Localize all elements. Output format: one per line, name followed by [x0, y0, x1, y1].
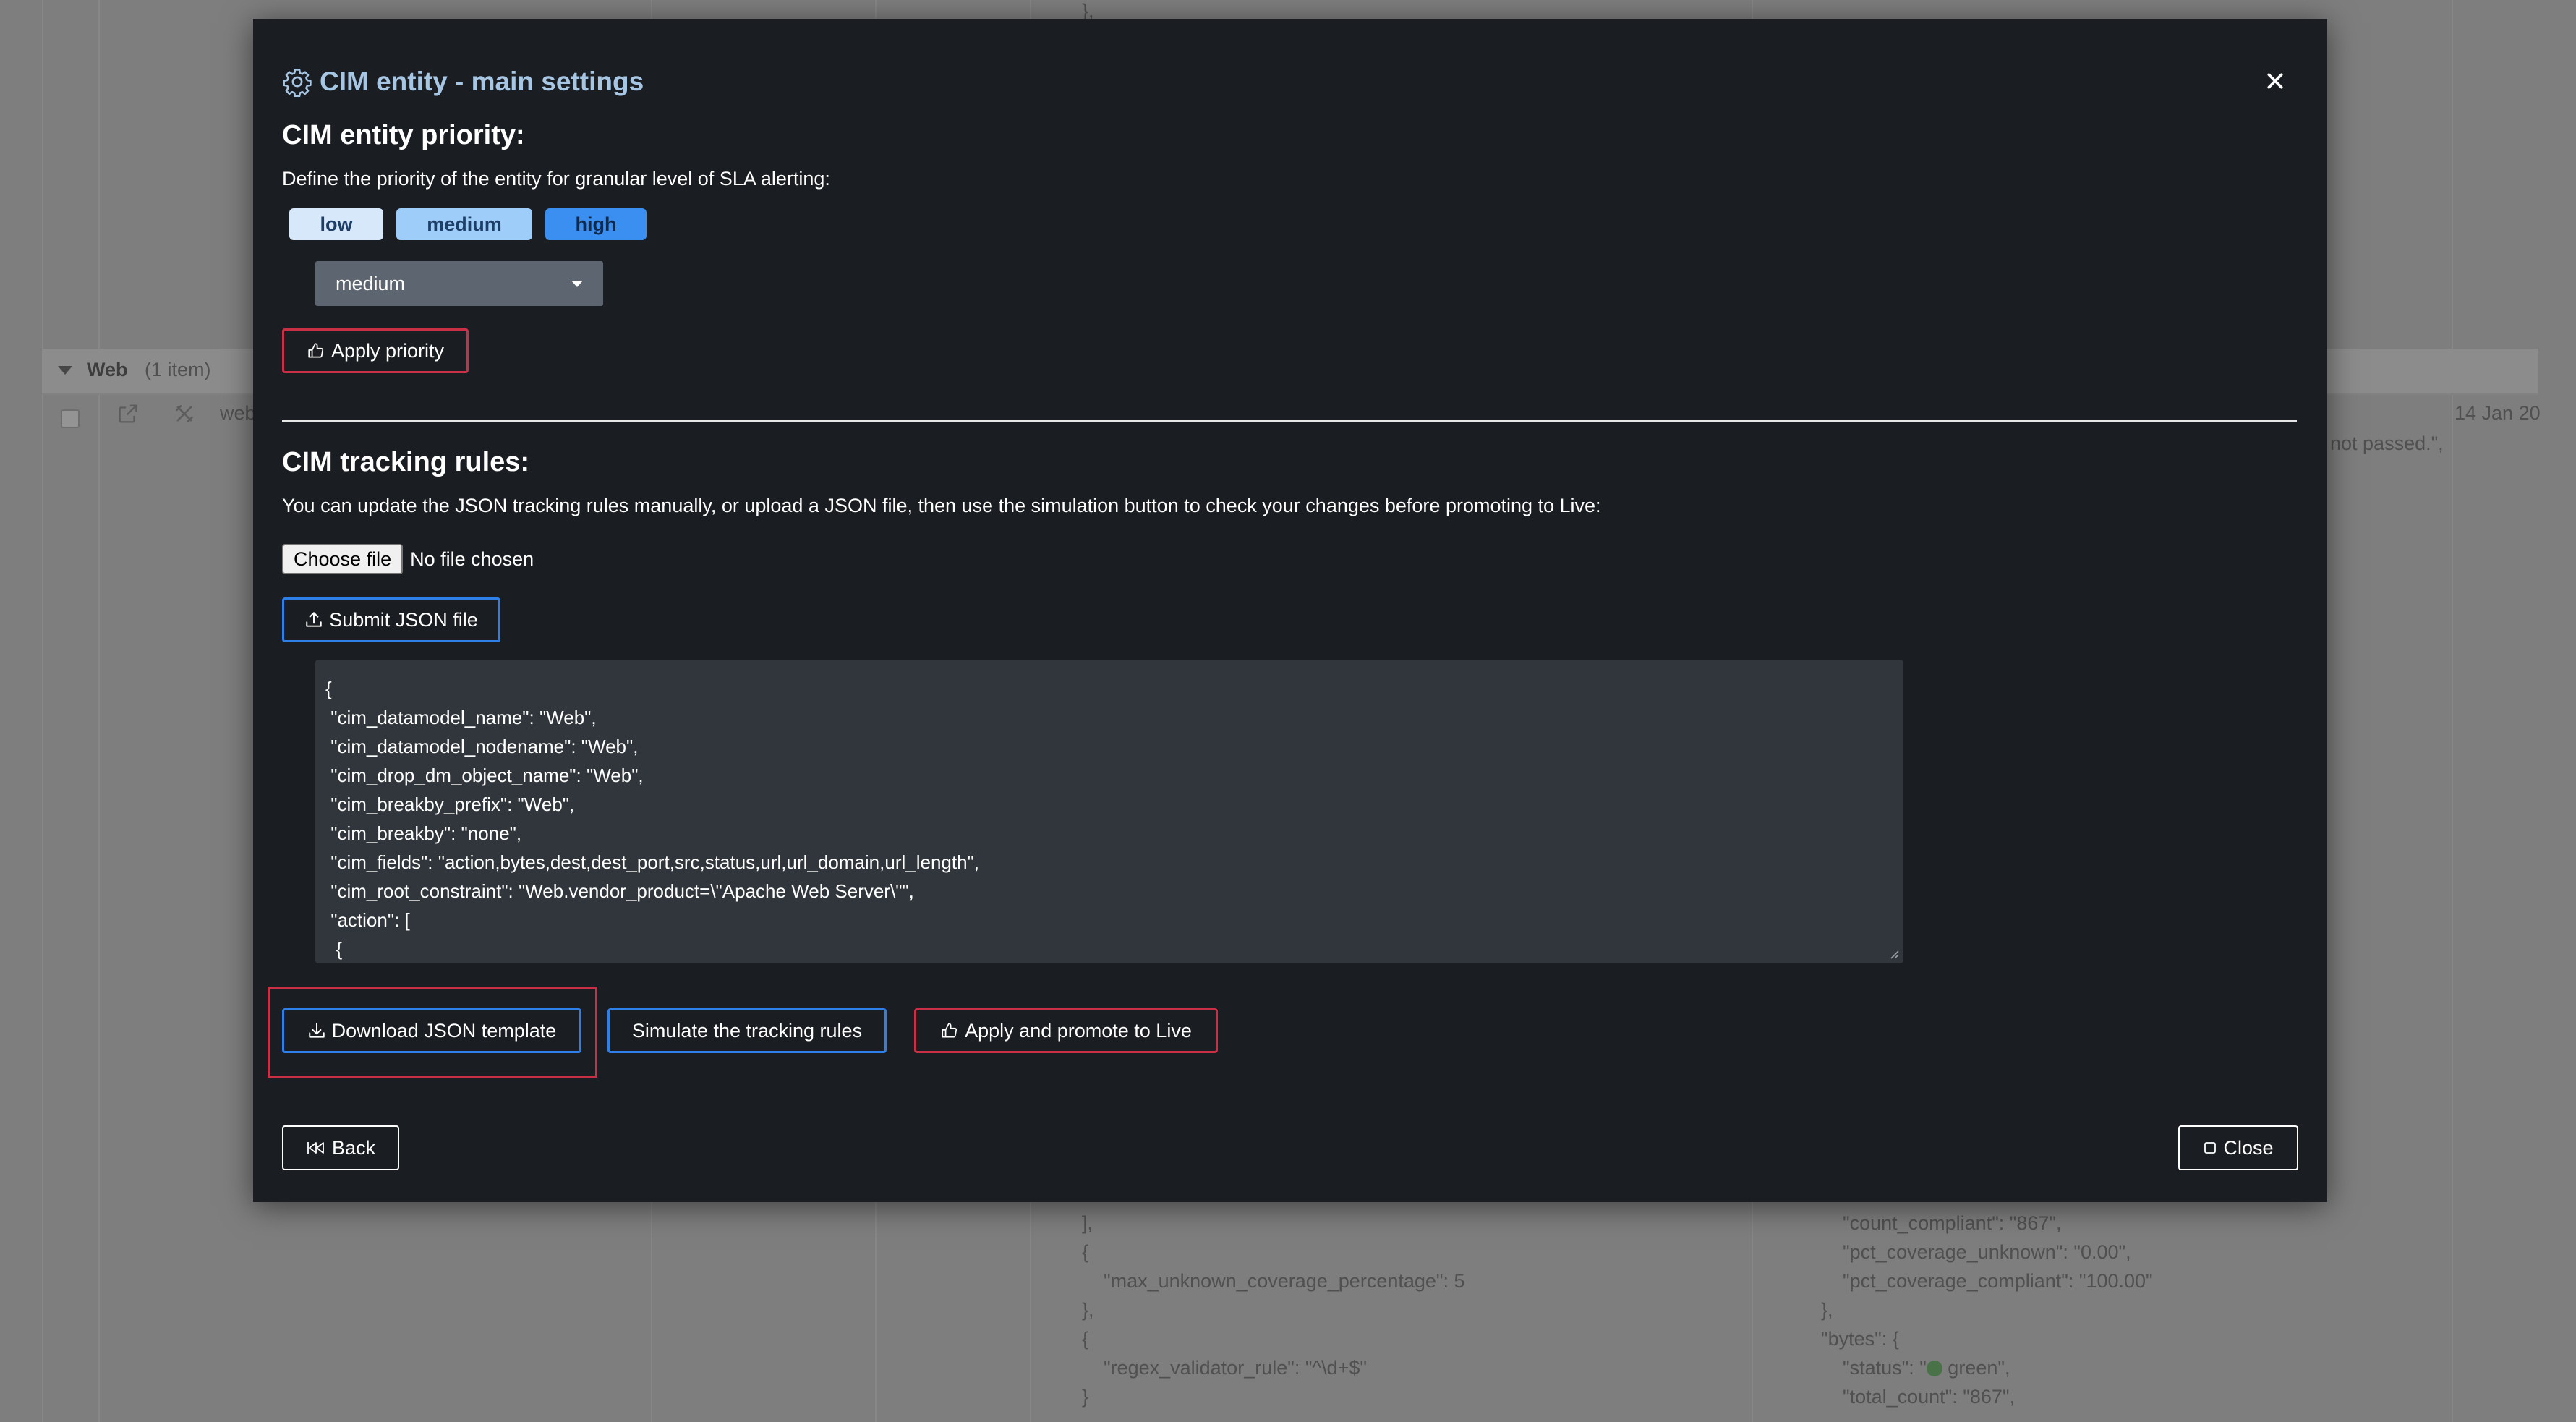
close-button[interactable]: Close	[2178, 1125, 2298, 1170]
json-line: "cim_datamodel_nodename": "Web",	[325, 736, 639, 757]
choose-file-button[interactable]: Choose file	[282, 544, 404, 574]
priority-pill-high[interactable]: high	[545, 208, 647, 240]
back-button[interactable]: Back	[282, 1125, 399, 1170]
close-icon	[2267, 73, 2283, 89]
close-modal-button[interactable]	[2261, 67, 2290, 95]
priority-select-value: medium	[336, 272, 406, 294]
priority-heading: CIM entity priority:	[282, 120, 525, 150]
upload-icon	[306, 612, 322, 627]
priority-pill-low[interactable]: low	[289, 208, 383, 240]
download-json-template-button[interactable]: Download JSON template	[282, 1008, 581, 1053]
caret-down-icon	[571, 280, 583, 287]
json-line: {	[325, 938, 343, 960]
priority-pill-medium[interactable]: medium	[396, 208, 532, 240]
rewind-icon	[307, 1142, 324, 1154]
json-line: "action": [	[325, 909, 410, 931]
tracking-heading: CIM tracking rules:	[282, 447, 530, 477]
json-line: "cim_breakby": "none",	[325, 822, 522, 844]
file-upload-row: Choose file No file chosen	[282, 544, 534, 574]
json-line: "cim_fields": "action,bytes,dest,dest_po…	[325, 851, 980, 873]
apply-promote-live-label: Apply and promote to Live	[965, 1019, 1192, 1042]
priority-pills: low medium high	[289, 208, 647, 240]
apply-priority-label: Apply priority	[330, 339, 445, 362]
json-rules-textarea[interactable]: { "cim_datamodel_name": "Web", "cim_data…	[315, 660, 1903, 963]
settings-modal: CIM entity - main settings CIM entity pr…	[253, 19, 2327, 1202]
simulate-tracking-rules-label: Simulate the tracking rules	[631, 1019, 863, 1042]
close-label: Close	[2223, 1136, 2274, 1159]
simulate-tracking-rules-button[interactable]: Simulate the tracking rules	[607, 1008, 887, 1053]
json-line: {	[325, 678, 332, 699]
modal-title: CIM entity - main settings	[320, 67, 644, 96]
json-line: "cim_breakby_prefix": "Web",	[325, 793, 575, 815]
apply-promote-live-button[interactable]: Apply and promote to Live	[914, 1008, 1218, 1053]
modal-header: CIM entity - main settings	[282, 62, 644, 101]
json-line: "cim_drop_dm_object_name": "Web",	[325, 765, 644, 786]
square-icon	[2204, 1142, 2217, 1154]
apply-priority-button[interactable]: Apply priority	[282, 328, 469, 373]
submit-json-button[interactable]: Submit JSON file	[282, 597, 500, 642]
thumbs-up-icon	[942, 1023, 958, 1038]
section-divider	[282, 420, 2297, 422]
download-json-template-label: Download JSON template	[331, 1019, 557, 1042]
back-label: Back	[331, 1136, 376, 1159]
no-file-label: No file chosen	[410, 548, 534, 570]
tracking-description: You can update the JSON tracking rules m…	[282, 495, 1601, 516]
json-line: "cim_root_constraint": "Web.vendor_produ…	[325, 880, 914, 902]
thumbs-up-icon	[308, 343, 324, 358]
download-icon	[308, 1023, 325, 1038]
submit-json-label: Submit JSON file	[329, 608, 478, 631]
gear-icon	[283, 69, 312, 97]
priority-select[interactable]: medium	[315, 261, 603, 306]
priority-description: Define the priority of the entity for gr…	[282, 168, 830, 190]
json-line: "cim_datamodel_name": "Web",	[325, 707, 597, 728]
resize-handle-icon[interactable]	[1888, 948, 1899, 959]
